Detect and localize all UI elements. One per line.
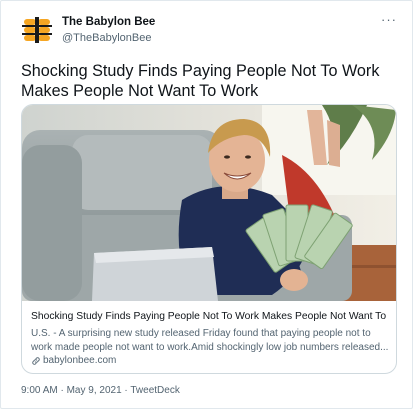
smiling-man-with-cash-photo-icon [22,105,396,301]
meta-separator: · [57,385,67,396]
author-handle[interactable]: @TheBabylonBee [62,32,151,44]
tweet-source[interactable]: TweetDeck [130,385,179,396]
tweet-time[interactable]: 9:00 AM [21,385,58,396]
link-card-description: U.S. - A surprising new study released F… [31,328,389,353]
tweet-metadata: 9:00 AM · May 9, 2021 · TweetDeck [21,385,180,396]
link-icon [32,356,40,365]
babylon-bee-logo-icon[interactable] [21,14,53,46]
tweet-card: The Babylon Bee @TheBabylonBee ··· Shock… [0,0,413,409]
link-card-title[interactable]: Shocking Study Finds Paying People Not T… [31,311,389,322]
link-card-domain[interactable]: babylonbee.com [31,355,116,366]
link-preview-card[interactable]: Shocking Study Finds Paying People Not T… [21,104,397,374]
more-options-icon[interactable]: ··· [381,13,397,26]
tweet-text: Shocking Study Finds Paying People Not T… [21,62,380,100]
link-card-domain-text: babylonbee.com [43,355,117,366]
tweet-date[interactable]: May 9, 2021 [67,385,122,396]
author-name[interactable]: The Babylon Bee [62,16,155,28]
